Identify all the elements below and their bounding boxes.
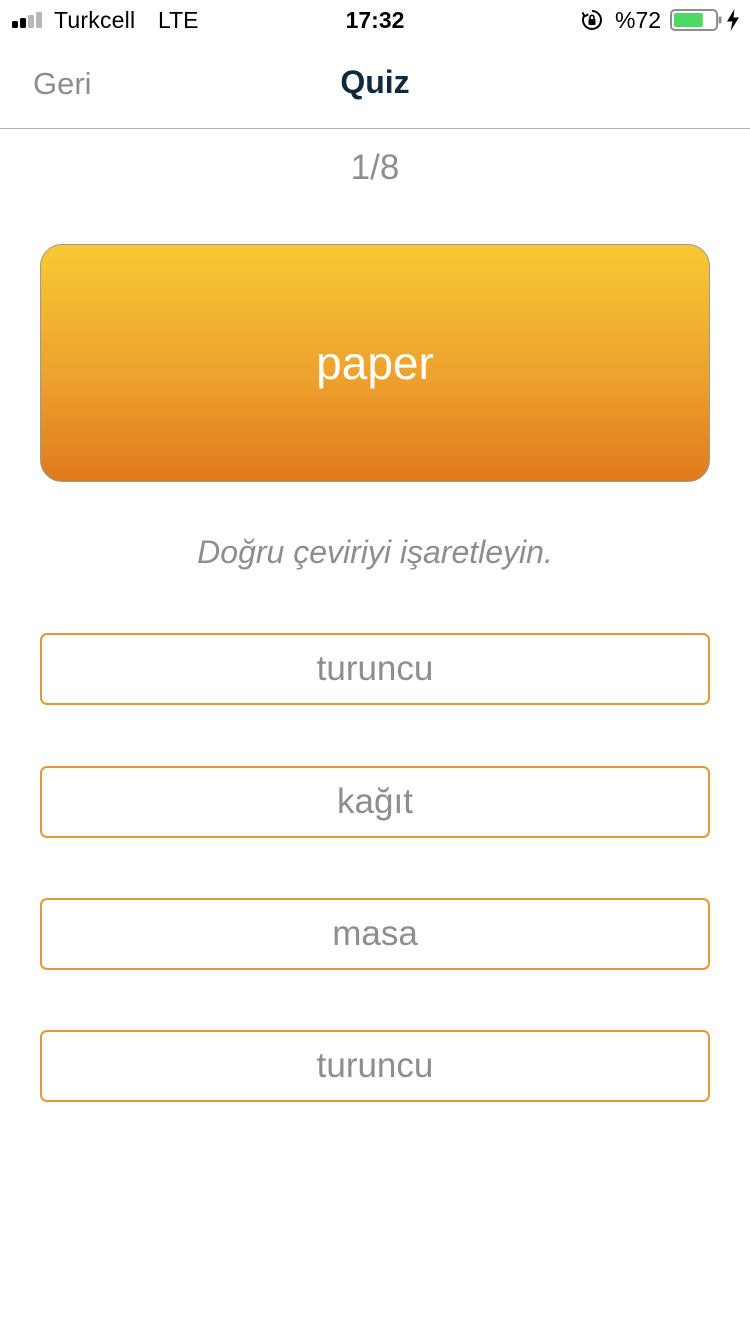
answer-option-3[interactable]: masa: [40, 898, 710, 970]
charging-bolt-icon: [727, 9, 739, 31]
status-bar: Turkcell LTE 17:32 %72: [0, 0, 750, 40]
battery-fill: [674, 13, 703, 27]
question-word: paper: [316, 337, 434, 389]
answer-option-label: turuncu: [316, 1046, 434, 1085]
quiz-progress: 1/8: [350, 148, 400, 187]
instruction-text: Doğru çeviriyi işaretleyin.: [197, 534, 553, 570]
answer-option-label: turuncu: [316, 649, 434, 688]
battery-percentage: %72: [615, 7, 662, 33]
answer-option-1[interactable]: turuncu: [40, 633, 710, 705]
answer-option-label: kağıt: [337, 782, 413, 821]
answer-option-label: masa: [332, 914, 418, 953]
answer-option-2[interactable]: kağıt: [40, 766, 710, 838]
navigation-bar: Geri Quiz: [0, 40, 750, 129]
question-word-card: paper: [40, 244, 710, 482]
orientation-lock-icon: [581, 10, 602, 30]
battery-icon: [670, 9, 722, 31]
answer-option-4[interactable]: turuncu: [40, 1030, 710, 1102]
page-title: Quiz: [340, 64, 410, 100]
